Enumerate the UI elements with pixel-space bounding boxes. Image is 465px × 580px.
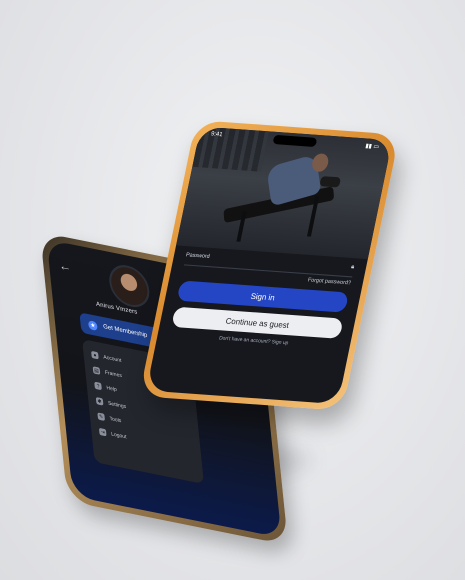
member-icon: ★ [87,319,98,331]
menu-item-label: Settings [107,399,127,410]
lock-icon: 🔒︎ [350,263,355,270]
gear-icon: ✱ [95,397,104,406]
login-form: Password 🔒︎ Forgot password? Sign in Con… [157,245,368,350]
logout-icon: ⇥ [98,427,107,437]
status-time: 9:41 [210,131,223,139]
athlete-head [310,153,330,173]
help-icon: ? [94,381,102,391]
tools-icon: ✎ [97,412,106,422]
dumbbell [319,176,341,188]
frames-icon: ▤ [92,366,101,375]
menu-item-label: Frames [104,369,123,379]
password-label: Password [185,252,211,260]
avatar[interactable] [107,261,152,311]
menu-item-label: Account [103,353,122,364]
battery-icon: ▮▮ ▭ [364,142,380,151]
menu-item-label: Tools [109,415,122,424]
menu-item-label: Help [106,384,118,393]
membership-label: Get Membership [102,324,148,340]
back-arrow-icon[interactable]: ← [58,258,71,275]
user-icon: ● [91,350,99,360]
menu-item-label: Logout [110,430,127,440]
